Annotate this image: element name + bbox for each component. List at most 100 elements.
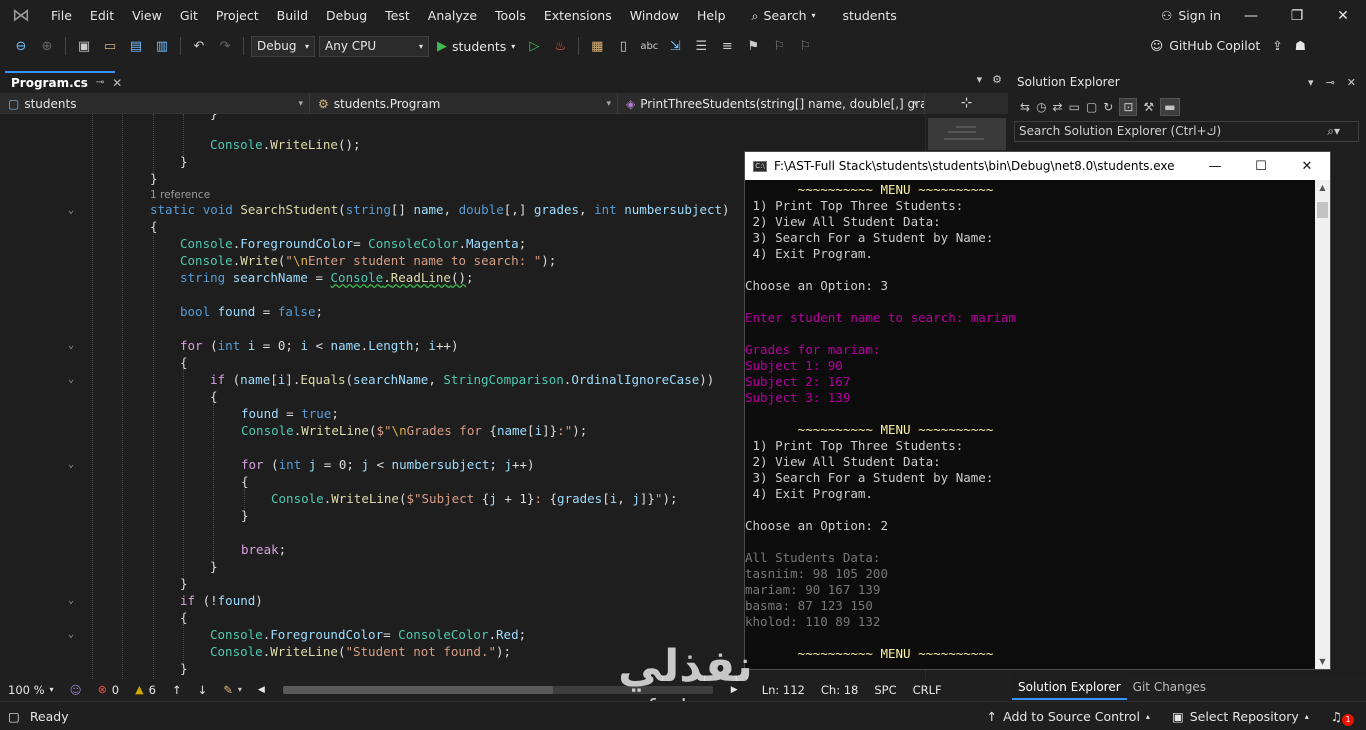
search-button[interactable]: ⌕ Search ▾ [743, 8, 825, 24]
horizontal-scrollbar[interactable] [282, 685, 713, 694]
new-project-icon[interactable]: ▣ [73, 35, 95, 57]
fold-chevron-icon[interactable]: ⌄ [68, 205, 74, 216]
console-minimize-button[interactable]: — [1192, 152, 1238, 180]
platform-select[interactable]: Any CPU ▾ [319, 35, 429, 57]
save-icon[interactable]: ▤ [125, 35, 147, 57]
properties-icon[interactable]: ⚒ [1143, 100, 1154, 114]
error-count[interactable]: ⊗ 0 [90, 683, 128, 697]
start-debugging-button[interactable]: ▶ students ▾ [433, 39, 519, 54]
uncomment-icon[interactable]: ≡ [716, 35, 738, 57]
solution-explorer-search-input[interactable]: Search Solution Explorer (Ctrl+ك) ⌕▾ [1014, 121, 1359, 142]
class-dropdown[interactable]: ⚙ students.Program ▾ [310, 93, 618, 114]
copilot-status-icon[interactable]: ☺ [62, 683, 90, 697]
menu-debug[interactable]: Debug [317, 0, 376, 31]
console-output[interactable]: ~~~~~~~~~~ MENU ~~~~~~~~~~ 1) Print Top … [745, 180, 1315, 669]
close-tab-icon[interactable]: ✕ [112, 76, 122, 90]
menu-extensions[interactable]: Extensions [535, 0, 621, 31]
console-scrollbar-thumb[interactable] [1317, 202, 1328, 218]
browse-icon[interactable]: ▦ [586, 35, 608, 57]
tab-program-cs[interactable]: Program.cs ⊸ ✕ [5, 71, 122, 92]
console-maximize-button[interactable]: ☐ [1238, 152, 1284, 180]
menu-help[interactable]: Help [688, 0, 735, 31]
restore-button[interactable]: ❐ [1274, 0, 1320, 31]
next-bookmark-icon[interactable]: ⚐ [794, 35, 816, 57]
filter-icon[interactable]: ⊡ [1119, 98, 1138, 116]
fold-chevron-icon[interactable]: ⌄ [68, 459, 74, 470]
console-window[interactable]: C:\ F:\AST-Full Stack\students\students\… [744, 151, 1331, 670]
scroll-left-icon[interactable]: ◀ [250, 685, 273, 695]
zoom-select[interactable]: 100 % ▾ [0, 683, 62, 697]
open-folder-icon[interactable]: ▭ [99, 35, 121, 57]
codelens-references[interactable]: 1 reference [150, 189, 210, 201]
forward-icon[interactable]: ⊕ [36, 35, 58, 57]
scroll-up-icon[interactable]: ▲ [1315, 180, 1330, 195]
back-icon[interactable]: ⊖ [10, 35, 32, 57]
save-all-icon[interactable]: ▥ [151, 35, 173, 57]
refresh-icon[interactable]: ↻ [1103, 100, 1113, 114]
line-indicator[interactable]: Ln: 112 [754, 683, 813, 697]
tab-solution-explorer[interactable]: Solution Explorer [1012, 676, 1127, 700]
collapse-all-icon[interactable]: ▭ [1069, 100, 1080, 114]
whitespace-indicator[interactable]: SPC [866, 683, 904, 697]
github-copilot-button[interactable]: ☺ GitHub Copilot ⇪ ☗ [1150, 31, 1306, 61]
switch-views-icon[interactable]: ⇆ [1020, 100, 1030, 114]
prev-bookmark-icon[interactable]: ⚐ [768, 35, 790, 57]
menu-view[interactable]: View [123, 0, 171, 31]
menu-build[interactable]: Build [268, 0, 317, 31]
close-button[interactable]: ✕ [1320, 0, 1366, 31]
sign-in-button[interactable]: ⚇ Sign in [1161, 0, 1221, 31]
menu-file[interactable]: File [42, 0, 81, 31]
next-issue-icon[interactable]: ↓ [190, 683, 216, 697]
configuration-select[interactable]: Debug ▾ [251, 35, 315, 57]
menu-test[interactable]: Test [376, 0, 419, 31]
menu-tools[interactable]: Tools [486, 0, 535, 31]
start-without-debugging-icon[interactable]: ▷ [523, 35, 545, 57]
bookmark-icon[interactable]: ⚑ [742, 35, 764, 57]
menu-window[interactable]: Window [621, 0, 688, 31]
menu-git[interactable]: Git [171, 0, 207, 31]
show-all-files-icon[interactable]: ▢ [1086, 100, 1097, 114]
line-ending-indicator[interactable]: CRLF [905, 683, 950, 697]
pin-icon[interactable]: ⊸ [96, 77, 104, 88]
fold-chevron-icon[interactable]: ⌄ [68, 340, 74, 351]
split-editor-icon[interactable]: ⊹ [925, 93, 1008, 114]
fold-chevron-icon[interactable]: ⌄ [68, 374, 74, 385]
project-dropdown[interactable]: ▢ students ▾ [0, 93, 310, 114]
redo-icon[interactable]: ↷ [214, 35, 236, 57]
history-icon[interactable]: ◷ [1036, 100, 1046, 114]
hot-reload-icon[interactable]: ♨ [549, 35, 571, 57]
comment-icon[interactable]: ☰ [690, 35, 712, 57]
notifications-button[interactable]: ♫ 1 [1331, 708, 1354, 726]
fold-chevron-icon[interactable]: ⌄ [68, 629, 74, 640]
console-title-bar[interactable]: C:\ F:\AST-Full Stack\students\students\… [745, 152, 1330, 180]
tab-git-changes[interactable]: Git Changes [1127, 676, 1212, 700]
gear-icon[interactable]: ⚙ [992, 73, 1002, 86]
menu-analyze[interactable]: Analyze [419, 0, 486, 31]
fold-chevron-icon[interactable]: ⌄ [68, 595, 74, 606]
menu-project[interactable]: Project [207, 0, 268, 31]
preview-icon[interactable]: ▬ [1160, 98, 1180, 116]
console-close-button[interactable]: ✕ [1284, 152, 1330, 180]
code-cleanup-icon[interactable]: ✎ ▾ [215, 683, 250, 697]
warning-count[interactable]: ▲ 6 [127, 683, 164, 697]
menu-edit[interactable]: Edit [81, 0, 123, 31]
add-to-source-control-button[interactable]: ↑ Add to Source Control ▴ [987, 709, 1150, 724]
member-dropdown[interactable]: ◈ PrintThreeStudents(string[] name, doub… [618, 93, 925, 114]
sync-icon[interactable]: ⇄ [1053, 100, 1063, 114]
close-panel-icon[interactable]: ✕ [1347, 76, 1356, 89]
scroll-right-icon[interactable]: ▶ [723, 685, 746, 695]
spell-check-icon[interactable]: abc [638, 35, 660, 57]
tab-list-chevron-icon[interactable]: ▾ [977, 73, 983, 86]
output-window-icon[interactable]: ▢ [8, 709, 20, 724]
minimap-viewport[interactable] [928, 118, 1006, 150]
scroll-down-icon[interactable]: ▼ [1315, 654, 1330, 669]
layout-icon[interactable]: ▯ [612, 35, 634, 57]
select-repository-button[interactable]: ▣ Select Repository ▴ [1172, 709, 1309, 724]
scrollbar-thumb[interactable] [282, 685, 553, 694]
minimize-button[interactable]: — [1228, 0, 1274, 31]
chevron-down-icon[interactable]: ▾ [1308, 76, 1314, 89]
console-scrollbar[interactable]: ▲ ▼ [1315, 180, 1330, 669]
pin-icon[interactable]: ⊸ [1326, 76, 1335, 89]
step-icon[interactable]: ⇲ [664, 35, 686, 57]
previous-issue-icon[interactable]: ↑ [164, 683, 190, 697]
